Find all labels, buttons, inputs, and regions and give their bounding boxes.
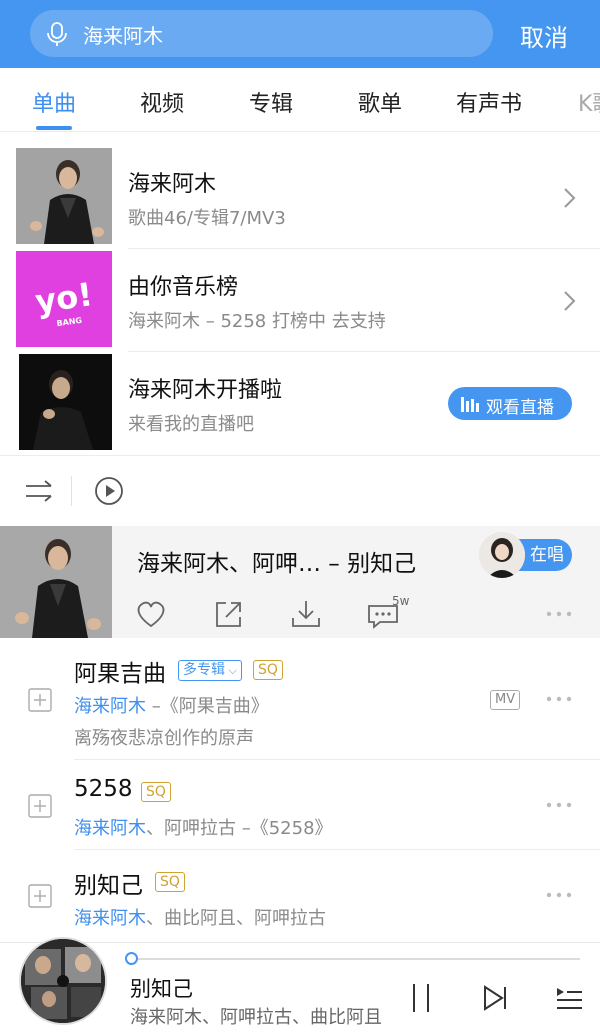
add-icon[interactable] — [28, 884, 52, 908]
result-subtitle: 海来阿木 – 5258 打榜中 去支持 — [128, 311, 386, 332]
play-all-icon[interactable] — [94, 476, 124, 506]
divider — [128, 248, 600, 249]
sq-tag: SQ — [141, 782, 171, 802]
active-tab-indicator — [36, 126, 72, 130]
progress-bar[interactable] — [131, 958, 580, 960]
divider — [0, 455, 600, 456]
song-description: 离殇夜悲凉创作的原声 — [74, 728, 254, 749]
sq-tag: SQ — [253, 660, 283, 680]
chart-result[interactable]: yo! BANG 由你音乐榜 海来阿木 – 5258 打榜中 去支持 — [0, 251, 600, 354]
tab-songs[interactable]: 单曲 — [32, 86, 76, 118]
comment-count: 5w — [392, 594, 410, 608]
song-row[interactable]: 别知己 SQ 海来阿木、曲比阿且、阿呷拉古 — [0, 850, 600, 942]
tab-albums[interactable]: 专辑 — [249, 86, 293, 118]
song-row[interactable]: 5258 SQ 海来阿木、阿呷拉古 –《5258》 — [0, 760, 600, 850]
watch-live-label: 观看直播 — [486, 398, 554, 418]
voice-search-icon[interactable] — [44, 21, 70, 47]
search-header: 海来阿木 取消 — [0, 0, 600, 68]
live-thumbnail — [19, 354, 112, 450]
now-playing-artists: 海来阿木、阿呷拉古、曲比阿且 — [130, 1007, 382, 1028]
chevron-right-icon[interactable] — [562, 289, 578, 313]
share-icon[interactable] — [212, 598, 246, 630]
song-artists: 海来阿木 –《阿果吉曲》 — [74, 696, 269, 717]
search-input[interactable]: 海来阿木 — [30, 10, 493, 57]
divider — [71, 476, 72, 506]
mini-player[interactable]: 别知己 海来阿木、阿呷拉古、曲比阿且 — [0, 937, 600, 1033]
sq-tag: SQ — [155, 872, 185, 892]
multi-album-tag[interactable]: 多专辑 ⌵ — [178, 660, 242, 681]
category-tabs: 单曲 视频 专辑 歌单 有声书 K歌 — [0, 68, 600, 132]
yobang-logo-text: yo! — [33, 275, 95, 321]
bars-icon — [461, 397, 479, 412]
now-playing-title: 别知己 — [130, 977, 193, 1001]
song-artists: 海来阿木、阿呷拉古 –《5258》 — [74, 818, 333, 839]
singer-avatar[interactable] — [479, 532, 525, 578]
next-track-icon[interactable] — [482, 985, 508, 1011]
album-disc[interactable] — [19, 937, 107, 1025]
more-icon[interactable] — [545, 610, 573, 618]
song-row[interactable]: 阿果吉曲 多专辑 ⌵ SQ 海来阿木 –《阿果吉曲》 MV 离殇夜悲凉创作的原声 — [0, 638, 600, 760]
result-title: 海来阿木 — [128, 172, 217, 197]
song-title: 别知己 — [74, 873, 143, 899]
artist-link[interactable]: 海来阿木 — [74, 818, 146, 839]
artist-link[interactable]: 海来阿木 — [74, 696, 146, 717]
tab-karaoke[interactable]: K歌 — [578, 86, 600, 118]
chevron-right-icon[interactable] — [562, 186, 578, 210]
progress-handle[interactable] — [125, 952, 138, 965]
more-icon[interactable] — [545, 695, 573, 703]
divider — [128, 351, 600, 352]
search-query: 海来阿木 — [83, 24, 163, 48]
cancel-button[interactable]: 取消 — [520, 18, 568, 53]
featured-song[interactable]: 海来阿木、阿呷… – 别知己 在唱 5w — [0, 526, 600, 638]
result-subtitle: 歌曲46/专辑7/MV3 — [128, 208, 286, 229]
song-artists: 海来阿木、曲比阿且、阿呷拉古 — [74, 908, 326, 929]
featured-title: 海来阿木、阿呷… – 别知己 — [137, 551, 417, 577]
pause-icon[interactable] — [409, 981, 433, 1015]
artist-link[interactable]: 海来阿木 — [74, 908, 146, 929]
tab-audiobooks[interactable]: 有声书 — [456, 86, 522, 118]
song-title: 5258 — [74, 776, 133, 802]
add-icon[interactable] — [28, 794, 52, 818]
tab-playlists[interactable]: 歌单 — [358, 86, 402, 118]
playlist-queue-icon[interactable] — [555, 985, 583, 1013]
more-icon[interactable] — [545, 801, 573, 809]
artist-photo — [16, 148, 112, 244]
artist-result[interactable]: 海来阿木 歌曲46/专辑7/MV3 — [0, 148, 600, 251]
result-subtitle: 来看我的直播吧 — [128, 414, 254, 435]
tab-videos[interactable]: 视频 — [140, 86, 184, 118]
result-title: 海来阿木开播啦 — [128, 378, 283, 403]
featured-cover — [0, 526, 112, 638]
song-title: 阿果吉曲 — [74, 661, 166, 687]
heart-icon[interactable] — [134, 598, 168, 630]
mv-tag[interactable]: MV — [490, 690, 521, 710]
download-icon[interactable] — [289, 598, 323, 630]
sort-icon[interactable] — [24, 478, 54, 504]
result-title: 由你音乐榜 — [128, 275, 239, 300]
yobang-logo: yo! BANG — [16, 251, 112, 347]
add-icon[interactable] — [28, 688, 52, 712]
watch-live-button[interactable]: 观看直播 — [448, 387, 572, 420]
more-icon[interactable] — [545, 891, 573, 899]
